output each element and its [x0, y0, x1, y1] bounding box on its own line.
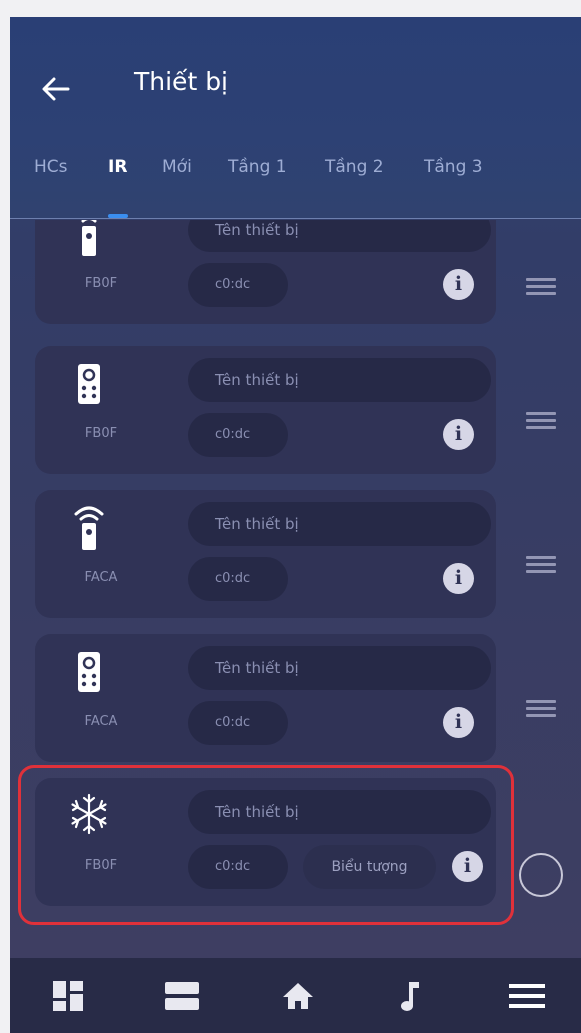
menu-icon — [509, 984, 545, 1008]
device-code: FACA — [84, 570, 118, 585]
tab-tang-3[interactable]: Tầng 3 — [424, 157, 483, 177]
device-name-input[interactable]: Tên thiết bị — [188, 790, 491, 834]
drag-handle[interactable] — [526, 556, 556, 576]
device-code: FACA — [84, 714, 118, 729]
nav-rooms[interactable] — [162, 976, 202, 1016]
app-header: Thiết bị — [10, 17, 581, 137]
device-card[interactable]: FB0F Tên thiết bị c0:dc i — [35, 346, 496, 474]
info-icon[interactable]: i — [443, 707, 474, 738]
tab-ir[interactable]: IR — [108, 157, 127, 177]
snowflake-icon — [71, 793, 107, 835]
device-mac-chip[interactable]: c0:dc — [188, 413, 288, 457]
tab-bar: HCs IR Mới Tầng 1 Tầng 2 Tầng 3 — [10, 137, 581, 219]
device-name-input[interactable]: Tên thiết bị — [188, 358, 491, 402]
device-code: FB0F — [84, 276, 118, 291]
page-title: Thiết bị — [134, 67, 229, 96]
tab-tang-2[interactable]: Tầng 2 — [325, 157, 384, 177]
device-mac-chip[interactable]: c0:dc — [188, 701, 288, 745]
tab-moi[interactable]: Mới — [162, 157, 192, 177]
tab-hcs[interactable]: HCs — [34, 157, 68, 177]
dashboard-icon — [53, 981, 83, 1011]
remote-control-icon — [78, 652, 100, 692]
device-mac-chip[interactable]: c0:dc — [188, 557, 288, 601]
device-mac-chip[interactable]: c0:dc — [188, 263, 288, 307]
nav-dashboard[interactable] — [48, 976, 88, 1016]
active-tab-indicator — [108, 214, 128, 218]
choose-icon-button[interactable]: Biểu tượng — [303, 845, 436, 889]
device-card[interactable]: FB0F Tên thiết bị c0:dc i — [35, 220, 496, 324]
info-icon[interactable]: i — [452, 851, 483, 882]
select-radio[interactable] — [519, 853, 563, 897]
device-mac-chip[interactable]: c0:dc — [188, 845, 288, 889]
bottom-nav — [10, 958, 581, 1033]
device-list[interactable]: FB0F Tên thiết bị c0:dc i FB0F Tên thiết… — [10, 220, 581, 958]
device-card[interactable]: FACA Tên thiết bị c0:dc i — [35, 634, 496, 762]
device-card-selected[interactable]: FB0F Tên thiết bị c0:dc Biểu tượng i — [35, 778, 496, 906]
device-code: FB0F — [84, 426, 118, 441]
drag-handle[interactable] — [526, 412, 556, 432]
info-icon[interactable]: i — [443, 563, 474, 594]
arrow-left-icon — [42, 77, 70, 101]
info-icon[interactable]: i — [443, 269, 474, 300]
app-screen: Thiết bị HCs IR Mới Tầng 1 Tầng 2 Tầng 3… — [10, 17, 581, 1033]
remote-control-icon — [78, 364, 100, 404]
device-card[interactable]: FACA Tên thiết bị c0:dc i — [35, 490, 496, 618]
remote-wifi-icon — [74, 506, 104, 550]
back-button[interactable] — [38, 71, 74, 107]
drag-handle[interactable] — [526, 700, 556, 720]
drag-handle[interactable] — [526, 278, 556, 298]
device-code: FB0F — [84, 858, 118, 873]
device-name-input[interactable]: Tên thiết bị — [188, 220, 491, 252]
home-icon — [283, 983, 313, 1009]
rooms-icon — [165, 982, 199, 1010]
nav-menu[interactable] — [507, 976, 547, 1016]
remote-wifi-icon — [81, 220, 97, 256]
nav-home[interactable] — [278, 976, 318, 1016]
nav-music[interactable] — [390, 976, 430, 1016]
device-name-input[interactable]: Tên thiết bị — [188, 646, 491, 690]
tab-tang-1[interactable]: Tầng 1 — [228, 157, 287, 177]
device-name-input[interactable]: Tên thiết bị — [188, 502, 491, 546]
music-note-icon — [401, 982, 419, 1011]
info-icon[interactable]: i — [443, 419, 474, 450]
